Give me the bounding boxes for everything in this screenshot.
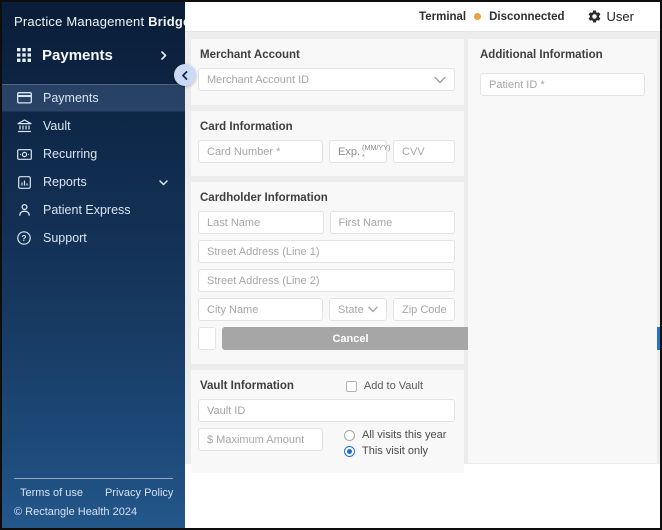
terminal-status-dot (474, 13, 481, 20)
sidebar: Practice Management Bridge® Payments (2, 2, 185, 528)
chevron-right-icon (155, 47, 171, 63)
gear-icon (587, 9, 602, 24)
additional-information-heading: Additional Information (480, 39, 645, 61)
sidebar-item-label: Support (43, 231, 171, 245)
city-name-input[interactable] (198, 298, 323, 321)
add-to-vault-checkbox-group[interactable]: Add to Vault (346, 380, 423, 392)
top-header: Terminal Disconnected User (185, 2, 660, 32)
vault-information-section: Vault Information Add to Vault All visit… (191, 370, 464, 473)
card-information-heading: Card Information (198, 111, 455, 133)
merchant-account-heading: Merchant Account (198, 39, 455, 61)
bank-icon (16, 118, 32, 134)
terminal-status-text: Disconnected (489, 11, 564, 23)
chevron-down-icon (434, 76, 446, 84)
sidebar-section-label: Payments (42, 47, 145, 64)
bar-chart-icon (16, 174, 32, 190)
grid-icon (16, 47, 32, 63)
first-name-input[interactable] (330, 211, 456, 234)
app-logo: Practice Management Bridge® (2, 2, 185, 29)
visit-radio-group: All visits this year This visit only (344, 428, 446, 457)
sidebar-menu: Payments Vault (2, 84, 185, 252)
chevron-down-icon (155, 174, 171, 190)
sidebar-collapse-button[interactable] (174, 64, 196, 86)
terms-of-use-link[interactable]: Terms of use (20, 487, 83, 499)
sidebar-item-label: Recurring (43, 147, 171, 161)
all-visits-radio[interactable] (344, 430, 355, 441)
user-label: User (607, 9, 634, 24)
sidebar-item-recurring[interactable]: Recurring (2, 140, 185, 168)
merchant-account-dropdown[interactable]: Merchant Account ID (198, 68, 455, 91)
amount-input[interactable] (198, 327, 216, 350)
exp-label: Exp. (338, 146, 360, 158)
patient-id-input[interactable] (480, 73, 645, 96)
payment-form-column: Merchant Account Merchant Account ID Car… (191, 39, 464, 479)
cardholder-information-section: Cardholder Information State (191, 182, 464, 364)
add-to-vault-label: Add to Vault (364, 380, 423, 392)
person-icon (16, 202, 32, 218)
sidebar-footer: Terms of use Privacy Policy © Rectangle … (2, 478, 185, 524)
exp-format-label: (MM/YY) * (362, 143, 390, 161)
credit-card-icon (16, 90, 32, 106)
footer-divider (14, 478, 173, 479)
sidebar-item-label: Patient Express (43, 203, 171, 217)
vault-information-heading: Vault Information (198, 370, 294, 392)
chevron-down-icon (368, 306, 378, 313)
street-address-2-input[interactable] (198, 269, 455, 292)
sidebar-item-patient-express[interactable]: Patient Express (2, 196, 185, 224)
cash-icon (16, 146, 32, 162)
cardholder-information-heading: Cardholder Information (198, 182, 455, 204)
state-dropdown[interactable]: State (329, 298, 387, 321)
main-content: Merchant Account Merchant Account ID Car… (185, 32, 660, 464)
logo-prefix: Practice Management (14, 14, 148, 29)
sidebar-item-label: Payments (43, 91, 171, 105)
card-information-section: Card Information Exp. (MM/YY) * (191, 111, 464, 176)
privacy-policy-link[interactable]: Privacy Policy (105, 487, 173, 499)
card-expiration-input[interactable]: Exp. (MM/YY) * (329, 140, 387, 163)
card-number-input[interactable] (198, 140, 323, 163)
zip-code-input[interactable] (393, 298, 455, 321)
sidebar-item-payments[interactable]: Payments (2, 84, 185, 112)
this-visit-radio-option[interactable]: This visit only (344, 445, 446, 457)
sidebar-item-support[interactable]: ? Support (2, 224, 185, 252)
street-address-1-input[interactable] (198, 240, 455, 263)
sidebar-item-vault[interactable]: Vault (2, 112, 185, 140)
user-menu[interactable]: User (587, 9, 634, 24)
all-visits-radio-option[interactable]: All visits this year (344, 429, 446, 441)
sidebar-item-reports[interactable]: Reports (2, 168, 185, 196)
additional-information-panel: Additional Information (468, 39, 657, 463)
cvv-input[interactable] (393, 140, 455, 163)
copyright-text: © Rectangle Health 2024 (12, 499, 175, 524)
question-icon: ? (16, 230, 32, 246)
add-to-vault-checkbox[interactable] (346, 381, 357, 392)
cancel-button[interactable]: Cancel (222, 327, 479, 350)
state-placeholder: State (338, 304, 368, 316)
this-visit-radio[interactable] (344, 446, 355, 457)
vault-id-input[interactable] (198, 399, 455, 422)
maximum-amount-input[interactable] (198, 428, 323, 451)
svg-text:?: ? (21, 233, 26, 243)
app-window: Practice Management Bridge® Payments (0, 0, 662, 530)
last-name-input[interactable] (198, 211, 324, 234)
terminal-label: Terminal (419, 11, 466, 23)
sidebar-item-label: Reports (43, 175, 144, 189)
sidebar-section-payments[interactable]: Payments (2, 40, 185, 70)
merchant-account-section: Merchant Account Merchant Account ID (191, 39, 464, 105)
this-visit-label: This visit only (362, 445, 428, 457)
chevron-left-icon (181, 71, 189, 80)
all-visits-label: All visits this year (362, 429, 446, 441)
merchant-account-placeholder: Merchant Account ID (207, 74, 434, 86)
sidebar-item-label: Vault (43, 119, 171, 133)
